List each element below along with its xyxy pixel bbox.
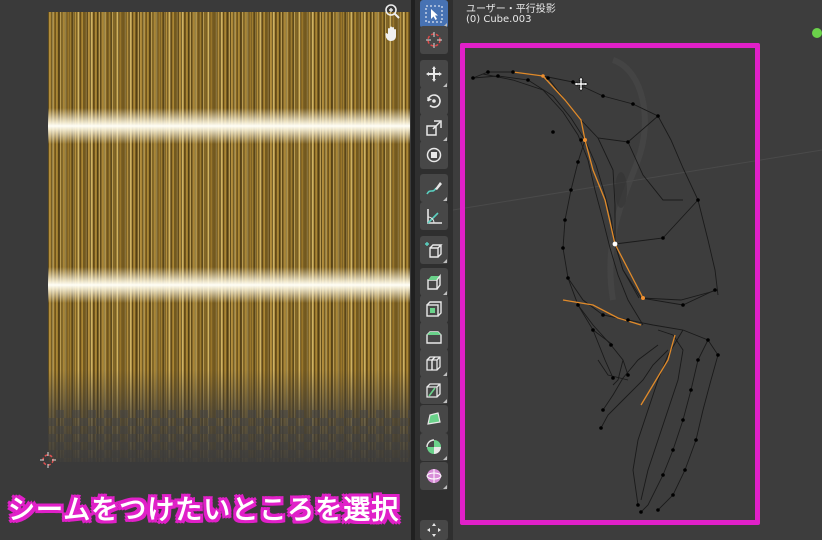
annotate-tool-button[interactable]: [420, 174, 448, 202]
submenu-indicator-icon: [443, 399, 447, 403]
shrink-fatten-tool-button[interactable]: [420, 520, 448, 540]
poly-build-icon: [427, 412, 441, 425]
cursor-arrow-icon: [425, 5, 443, 23]
submenu-indicator-icon: [443, 197, 447, 201]
shrink-fatten-icon: [427, 523, 441, 537]
zoom-icon[interactable]: [381, 0, 403, 22]
hair-texture-fade: [48, 370, 410, 462]
scale-icon: [426, 120, 442, 136]
submenu-indicator-icon: [443, 259, 447, 263]
extrude-icon: [427, 273, 441, 290]
transform-tool-button[interactable]: [420, 141, 448, 169]
selection-highlight-box: [460, 43, 760, 525]
move-arrows-icon: [426, 66, 442, 82]
hair-highlight-band-bottom: [48, 267, 410, 303]
submenu-indicator-icon: [443, 485, 447, 489]
smooth-sphere-icon: [426, 469, 442, 483]
loop-cut-icon: [426, 356, 441, 371]
poly-build-tool-button[interactable]: [420, 405, 448, 433]
ruler-icon: [427, 209, 442, 224]
inset-tool-button[interactable]: [420, 295, 448, 323]
3d-cursor-icon: [426, 32, 442, 48]
extrude-tool-button[interactable]: [420, 268, 448, 296]
annotate-pen-icon: [426, 182, 442, 195]
hand-pan-icon[interactable]: [381, 23, 403, 45]
select-tool-button[interactable]: [420, 0, 448, 28]
spin-icon: [426, 439, 441, 454]
rotate-tool-button[interactable]: [420, 87, 448, 115]
loop-cut-tool-button[interactable]: [420, 349, 448, 377]
knife-tool-button[interactable]: [420, 376, 448, 404]
inset-faces-icon: [426, 301, 442, 317]
measure-tool-button[interactable]: [420, 202, 448, 230]
transform-icon: [426, 147, 442, 163]
bevel-tool-button[interactable]: [420, 322, 448, 350]
smooth-tool-button[interactable]: [420, 462, 448, 490]
rotate-icon: [427, 94, 441, 108]
move-tool-button[interactable]: [420, 60, 448, 88]
instruction-caption: シームをつけたいところを選択: [8, 495, 400, 526]
spin-tool-button[interactable]: [420, 433, 448, 461]
scale-tool-button[interactable]: [420, 114, 448, 142]
submenu-indicator-icon: [443, 456, 447, 460]
uv-editor-panel[interactable]: [0, 0, 413, 540]
add-cube-icon: [425, 242, 443, 258]
knife-icon: [426, 383, 441, 398]
add-cube-tool-button[interactable]: [420, 236, 448, 264]
hair-highlight-band-top: [48, 108, 410, 144]
2d-cursor-icon[interactable]: [40, 452, 56, 468]
cursor-tool-button[interactable]: [420, 26, 448, 54]
bevel-icon: [426, 331, 442, 344]
tool-shelf: [415, 0, 453, 540]
